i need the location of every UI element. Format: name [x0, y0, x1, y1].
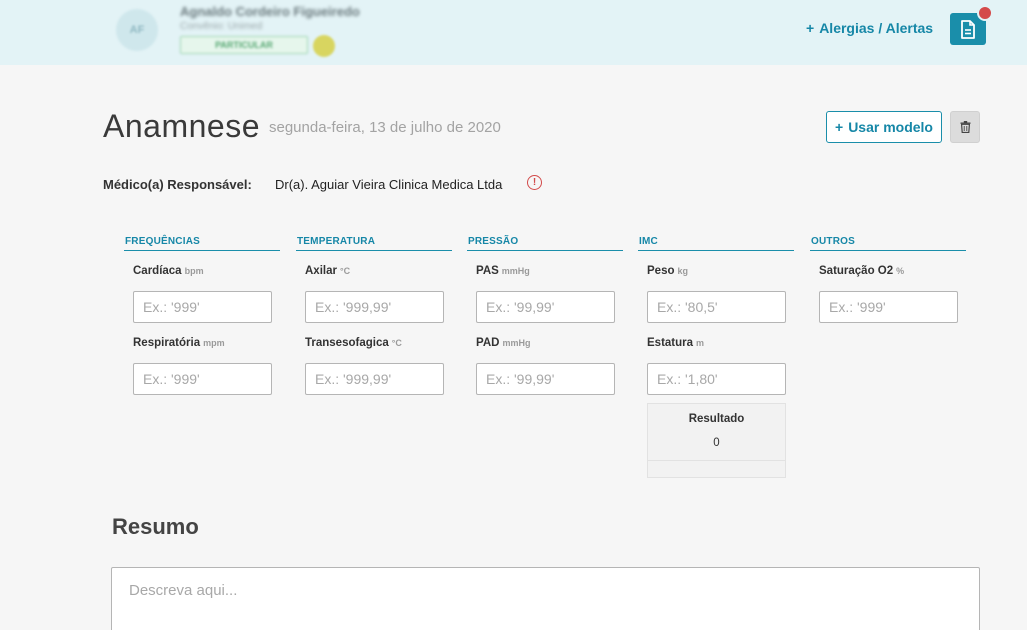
axilar-input[interactable]: [305, 291, 444, 323]
doctor-name: Dr(a). Aguiar Vieira Clinica Medica Ltda: [275, 177, 503, 192]
section-header: TEMPERATURA: [296, 234, 452, 251]
section-imc: IMC Pesokg Estaturam Resultado 0: [638, 234, 794, 478]
section-pressao: PRESSÃO PASmmHg PADmmHg: [467, 234, 623, 395]
patient-status-icon[interactable]: [313, 35, 335, 57]
imc-result-value: 0: [713, 437, 720, 449]
saturacao-input[interactable]: [819, 291, 958, 323]
plus-icon: +: [835, 119, 844, 135]
imc-result-label: Resultado: [688, 413, 745, 425]
plus-icon: +: [806, 20, 815, 36]
field-label-cardiaca: Cardíaca bpm: [133, 265, 204, 277]
respiratoria-input[interactable]: [133, 363, 272, 395]
peso-input[interactable]: [647, 291, 786, 323]
page-date: segunda-feira, 13 de julho de 2020: [269, 119, 501, 136]
field-label-pad: PAD mmHg: [476, 337, 531, 349]
imc-result-box: Resultado 0: [647, 403, 786, 478]
allergies-alerts-link[interactable]: + Alergias / Alertas: [806, 20, 933, 36]
section-header: PRESSÃO: [467, 234, 623, 251]
field-label-pas: PAS mmHg: [476, 265, 530, 277]
summary-title: Resumo: [112, 514, 199, 539]
use-model-button[interactable]: + Usar modelo: [826, 111, 942, 143]
field-label-axilar: Axilar °C: [305, 265, 351, 277]
field-label-estatura: Estatura m: [647, 337, 705, 349]
divider: [648, 460, 785, 461]
allergies-alerts-label: Alergias / Alertas: [819, 20, 934, 36]
delete-button[interactable]: [950, 111, 980, 143]
field-label-transesofagica: Transesofagica °C: [305, 337, 402, 349]
page-title: Anamnese: [103, 108, 260, 144]
patient-tag: PARTICULAR: [180, 36, 308, 54]
trash-icon: [960, 121, 970, 133]
doctor-label: Médico(a) Responsável:: [103, 177, 252, 192]
document-icon: [961, 19, 975, 39]
section-frequencias: FREQUÊNCIAS Cardíacabpm Respiratóriampm: [124, 234, 280, 395]
patient-avatar[interactable]: AF: [116, 9, 158, 51]
section-outros: OUTROS Saturação O2%: [810, 234, 966, 323]
section-header: FREQUÊNCIAS: [124, 234, 280, 251]
use-model-label: Usar modelo: [848, 119, 933, 135]
cardiaca-input[interactable]: [133, 291, 272, 323]
field-label-saturacao: Saturação O2%: [819, 265, 905, 277]
summary-textarea[interactable]: [111, 567, 980, 630]
info-icon[interactable]: !: [527, 175, 542, 190]
estatura-input[interactable]: [647, 363, 786, 395]
field-label-respiratoria: Respiratória mpm: [133, 337, 225, 349]
field-label-peso: Peso kg: [647, 265, 689, 277]
patient-insurance: Convênio: Unimed: [180, 21, 263, 32]
transesofagica-input[interactable]: [305, 363, 444, 395]
section-temperatura: TEMPERATURA Axilar°C Transesofagica°C: [296, 234, 452, 395]
pad-input[interactable]: [476, 363, 615, 395]
notification-dot: [977, 5, 993, 21]
section-header: OUTROS: [810, 234, 966, 251]
pas-input[interactable]: [476, 291, 615, 323]
patient-header: AF Agnaldo Cordeiro Figueiredo Convênio:…: [0, 0, 1027, 65]
patient-name[interactable]: Agnaldo Cordeiro Figueiredo: [180, 4, 360, 19]
section-header: IMC: [638, 234, 794, 251]
